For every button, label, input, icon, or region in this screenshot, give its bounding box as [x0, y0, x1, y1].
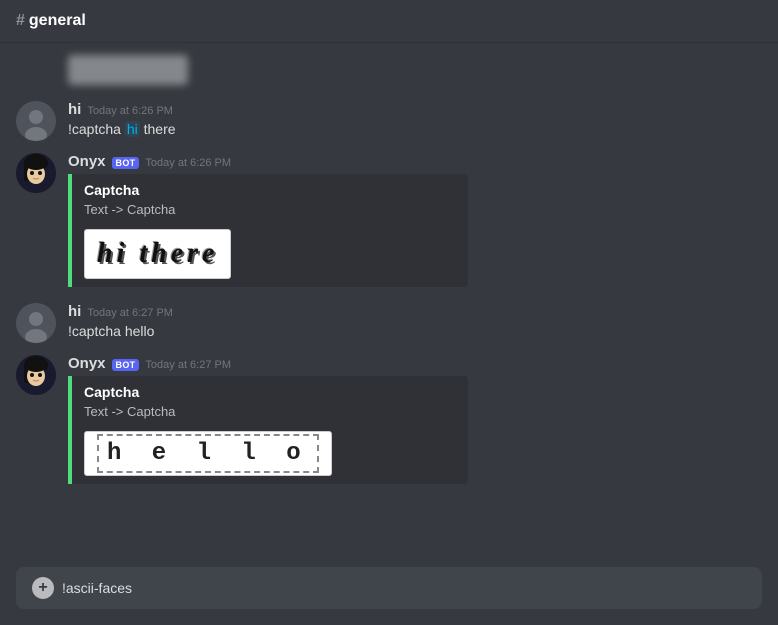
timestamp: Today at 6:27 PM [145, 359, 231, 371]
avatar [16, 101, 56, 141]
timestamp: Today at 6:27 PM [87, 307, 173, 319]
message-header: Onyx BOT Today at 6:26 PM [68, 153, 762, 170]
captcha-text: h e l l o [97, 434, 319, 473]
message-group: hi Today at 6:27 PM !captcha hello [0, 299, 778, 347]
embed-description: Text -> Captcha [84, 202, 456, 217]
bot-badge: BOT [112, 157, 140, 169]
captcha-image: hi there [84, 229, 231, 279]
username: Onyx [68, 153, 106, 170]
message-text: !captcha hello [68, 322, 762, 342]
timestamp: Today at 6:26 PM [145, 157, 231, 169]
captcha-image: h e l l o [84, 431, 332, 476]
embed-title: Captcha [84, 182, 456, 198]
channel-name-text: general [29, 12, 86, 29]
message-header: Onyx BOT Today at 6:27 PM [68, 355, 762, 372]
highlight-word: hi [125, 121, 140, 137]
channel-title: #general [16, 12, 86, 29]
captcha-text: hi there [97, 238, 218, 269]
add-attachment-button[interactable]: + [32, 577, 54, 599]
embed: Captcha Text -> Captcha hi there [68, 174, 468, 287]
user-avatar-icon [16, 101, 56, 141]
message-content: Onyx BOT Today at 6:27 PM Captcha Text -… [68, 355, 762, 484]
embed: Captcha Text -> Captcha h e l l o [68, 376, 468, 484]
embed-description: Text -> Captcha [84, 404, 456, 419]
channel-hash: # [16, 12, 25, 29]
message-content: Onyx BOT Today at 6:26 PM Captcha Text -… [68, 153, 762, 287]
username: hi [68, 303, 81, 320]
message-header: hi Today at 6:27 PM [68, 303, 762, 320]
message-input[interactable] [62, 580, 746, 596]
onyx-avatar-icon [16, 355, 56, 395]
avatar [16, 355, 56, 395]
avatar [16, 303, 56, 343]
timestamp: Today at 6:26 PM [87, 105, 173, 117]
user-avatar-icon [16, 303, 56, 343]
message-group: hi Today at 6:26 PM !captcha hi there [0, 97, 778, 145]
avatar [16, 153, 56, 193]
message-header: hi Today at 6:26 PM [68, 101, 762, 118]
message-content: hi Today at 6:26 PM !captcha hi there [68, 101, 762, 141]
bot-badge: BOT [112, 359, 140, 371]
message-group: Onyx BOT Today at 6:27 PM Captcha Text -… [0, 351, 778, 488]
embed-title: Captcha [84, 384, 456, 400]
username: Onyx [68, 355, 106, 372]
username: hi [68, 101, 81, 118]
message-text: !captcha hi there [68, 120, 762, 140]
messages-area: hi Today at 6:26 PM !captcha hi there [0, 43, 778, 567]
input-bar[interactable]: + [16, 567, 762, 609]
onyx-avatar-icon [16, 153, 56, 193]
channel-header: #general [0, 0, 778, 43]
message-group: Onyx BOT Today at 6:26 PM Captcha Text -… [0, 149, 778, 291]
message-content: hi Today at 6:27 PM !captcha hello [68, 303, 762, 343]
blurred-image [68, 55, 188, 85]
